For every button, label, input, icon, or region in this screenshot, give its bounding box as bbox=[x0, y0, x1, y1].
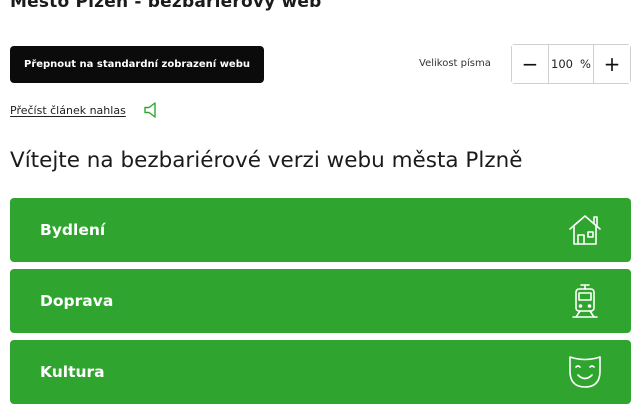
speaker-icon[interactable] bbox=[143, 101, 159, 119]
theater-mask-icon bbox=[569, 356, 601, 388]
font-size-unit: % bbox=[580, 57, 591, 71]
font-size-label: Velikost písma bbox=[419, 58, 491, 69]
tile-label: Doprava bbox=[40, 292, 114, 310]
welcome-heading: Vítejte na bezbariérové verzi webu města… bbox=[10, 148, 523, 173]
switch-to-standard-view-button[interactable]: Přepnout na standardní zobrazení webu bbox=[10, 46, 264, 83]
site-title: Město Plzeň - bezbariérový web bbox=[10, 0, 322, 12]
tile-label: Kultura bbox=[40, 363, 105, 381]
tile-kultura[interactable]: Kultura bbox=[10, 340, 631, 404]
decrease-font-size-button[interactable]: − bbox=[512, 45, 548, 83]
font-size-number: 100 bbox=[551, 57, 573, 71]
font-size-value: 100 % bbox=[548, 45, 594, 83]
increase-font-size-button[interactable]: + bbox=[594, 45, 630, 83]
tile-bydleni[interactable]: Bydlení bbox=[10, 198, 631, 262]
tile-label: Bydlení bbox=[40, 221, 106, 239]
tile-doprava[interactable]: Doprava bbox=[10, 269, 631, 333]
read-article-aloud-link[interactable]: Přečíst článek nahlas bbox=[10, 104, 126, 117]
house-icon bbox=[569, 215, 601, 245]
font-size-stepper: − 100 % + bbox=[511, 44, 631, 84]
tram-icon bbox=[572, 284, 598, 318]
